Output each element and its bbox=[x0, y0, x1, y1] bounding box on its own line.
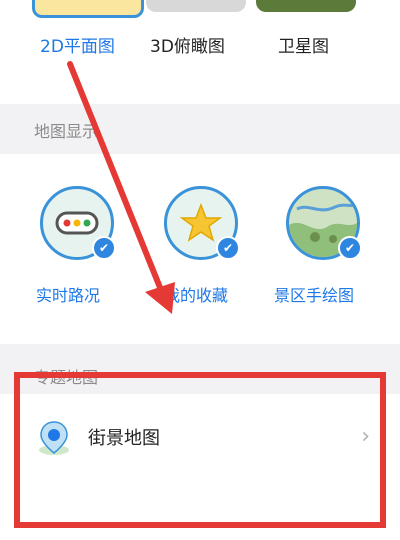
layer-label-traffic[interactable]: 实时路况 bbox=[36, 282, 100, 306]
thumb-3d[interactable] bbox=[146, 0, 246, 12]
map-type-3d[interactable]: 3D俯瞰图 bbox=[150, 32, 225, 57]
street-view-label: 街景地图 bbox=[88, 428, 160, 449]
section-title-map-display: 地图显示 bbox=[34, 122, 99, 141]
thumb-satellite[interactable] bbox=[256, 0, 356, 12]
layer-label-scenic[interactable]: 景区手绘图 bbox=[274, 282, 354, 306]
layer-label-favorites[interactable]: 我的收藏 bbox=[164, 282, 228, 306]
map-type-satellite[interactable]: 卫星图 bbox=[278, 32, 329, 57]
traffic-check-icon: ✔ bbox=[92, 236, 116, 260]
map-type-2d[interactable]: 2D平面图 bbox=[40, 32, 115, 57]
chevron-right-icon: › bbox=[361, 424, 370, 449]
thumb-2d[interactable] bbox=[32, 0, 144, 18]
street-view-row[interactable]: 街景地图 › bbox=[0, 394, 400, 490]
section-title-theme-maps: 专题地图 bbox=[34, 368, 99, 387]
scenic-check-icon: ✔ bbox=[338, 236, 362, 260]
favorites-check-icon: ✔ bbox=[216, 236, 240, 260]
street-view-pin-icon bbox=[39, 421, 69, 455]
